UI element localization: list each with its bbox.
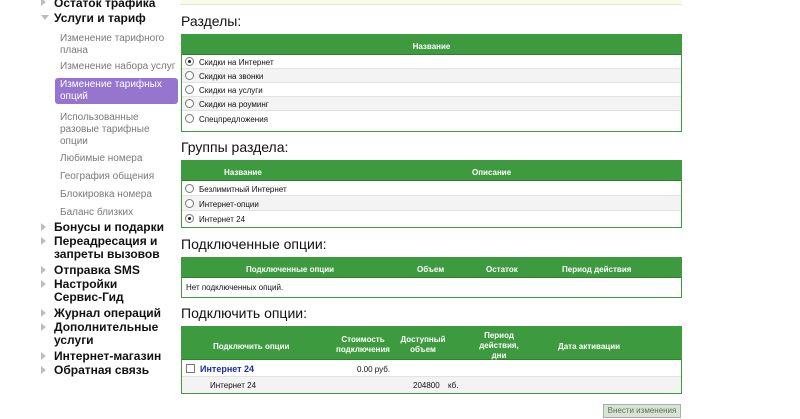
radio-button[interactable] <box>185 57 194 66</box>
connect-title: Подключить опции: <box>181 305 307 321</box>
section-label: Скидки на роуминг <box>199 100 269 109</box>
expand-arrow-icon[interactable] <box>41 323 46 331</box>
sub-option-volume: 204800 <box>413 381 440 390</box>
groups-table: Название Описание Безлимитный Интернет И… <box>181 160 682 228</box>
sidebar-item-forwarding[interactable]: Переадресация и запреты вызовов <box>54 235 164 261</box>
sidebar-item-journal[interactable]: Журнал операций <box>54 307 161 320</box>
section-label: Скидки на услуги <box>199 86 263 95</box>
column-header-connect: Подключить опции <box>213 342 290 351</box>
option-name-link[interactable]: Интернет 24 <box>200 364 254 374</box>
option-checkbox[interactable] <box>186 364 195 373</box>
column-header-volume: Объем <box>417 265 445 274</box>
radio-button[interactable] <box>185 71 194 80</box>
expand-arrow-icon[interactable] <box>41 266 46 274</box>
list-item[interactable]: Скидки на роуминг <box>182 97 681 111</box>
expand-arrow-icon[interactable] <box>41 0 46 6</box>
sidebar-item-tariff[interactable]: Услуги и тариф <box>54 12 146 25</box>
notice-bar <box>180 0 682 5</box>
radio-button[interactable] <box>185 184 194 193</box>
sidebar-item-shop[interactable]: Интернет-магазин <box>54 350 161 363</box>
column-header-name: Название <box>412 42 451 51</box>
column-header-activation: Дата активации <box>558 342 621 351</box>
sidebar-item-feedback[interactable]: Обратная связь <box>54 364 149 377</box>
sub-option-unit: кб. <box>448 381 459 390</box>
radio-button[interactable] <box>185 85 194 94</box>
expand-arrow-icon[interactable] <box>41 366 46 374</box>
expand-arrow-icon[interactable] <box>41 223 46 231</box>
connect-options-table: Подключить опции Стоимость подключения Д… <box>181 326 682 394</box>
sidebar-subitem-used-options[interactable]: Использованные разовые тарифные опции <box>60 112 178 148</box>
group-label: Интернет-опции <box>199 200 259 209</box>
option-price: 0.00 руб. <box>357 365 391 374</box>
apply-changes-button[interactable]: Внести изменения <box>603 404 681 418</box>
sidebar-subitem-favorite-numbers[interactable]: Любимые номера <box>60 153 178 165</box>
section-label: Спецпредложения <box>199 115 268 124</box>
column-header-price: Стоимость подключения <box>336 335 390 354</box>
column-header-period-days: Период действия, дни <box>479 331 519 360</box>
empty-message: Нет подключенных опций. <box>186 283 284 292</box>
radio-button[interactable] <box>185 99 194 108</box>
sidebar-subitem-block-number[interactable]: Блокировка номера <box>60 189 178 201</box>
sidebar-item-sms[interactable]: Отправка SMS <box>54 264 140 277</box>
radio-button[interactable] <box>185 114 194 123</box>
groups-title: Группы раздела: <box>181 139 289 155</box>
sidebar-subitem-label: Изменение тарифных опций <box>60 79 162 102</box>
sections-table: Название Скидки на Интернет Скидки на зв… <box>181 34 682 132</box>
group-label: Безлимитный Интернет <box>199 185 287 194</box>
sidebar-subitem-geography[interactable]: География общения <box>60 171 178 183</box>
connected-options-table: Подключенные опции Объем Остаток Период … <box>181 257 682 298</box>
sub-option-name: Интернет 24 <box>210 381 257 390</box>
radio-button[interactable] <box>185 199 194 208</box>
column-header-connected: Подключенные опции <box>246 265 335 274</box>
section-label: Скидки на звонки <box>199 72 264 81</box>
sidebar-item-bonuses[interactable]: Бонусы и подарки <box>54 221 164 234</box>
column-header-remaining: Остаток <box>486 265 518 274</box>
list-item[interactable]: Скидки на Интернет <box>182 55 681 69</box>
sidebar-subitem-relatives-balance[interactable]: Баланс близких <box>60 207 178 219</box>
section-label: Скидки на Интернет <box>199 58 274 67</box>
list-item[interactable]: Безлимитный Интернет <box>182 181 681 196</box>
column-header-name: Название <box>224 168 262 177</box>
list-item[interactable]: Скидки на звонки <box>182 69 681 83</box>
sidebar-item-traffic[interactable]: Остаток трафика <box>54 0 155 10</box>
list-item[interactable]: Интернет-опции <box>182 196 681 211</box>
expand-arrow-icon[interactable] <box>41 237 46 245</box>
table-row: Нет подключенных опций. <box>182 278 681 297</box>
sidebar-subitem-change-options[interactable]: Изменение тарифных опций <box>55 78 178 104</box>
column-header-available: Доступный объем <box>400 335 446 354</box>
list-item[interactable]: Спецпредложения <box>182 111 681 126</box>
radio-button[interactable] <box>185 214 194 223</box>
expand-arrow-icon[interactable] <box>41 352 46 360</box>
list-item[interactable]: Интернет 24 <box>182 211 681 227</box>
expand-arrow-icon[interactable] <box>41 280 46 288</box>
column-header-description: Описание <box>472 168 512 177</box>
expand-arrow-icon[interactable] <box>41 309 46 317</box>
sidebar-subitem-change-plan[interactable]: Изменение тарифного плана <box>60 33 178 57</box>
sidebar-item-service-guide[interactable]: Настройки Сервис-Гид <box>54 278 159 304</box>
sidebar-nav: Остаток трафика Услуги и тариф Изменение… <box>0 0 180 419</box>
connected-title: Подключенные опции: <box>181 236 327 252</box>
group-label: Интернет 24 <box>199 215 246 224</box>
collapse-arrow-icon[interactable] <box>41 15 49 20</box>
list-item[interactable]: Скидки на услуги <box>182 83 681 97</box>
sidebar-item-extra-services[interactable]: Дополнительные услуги <box>54 321 164 347</box>
table-row[interactable]: Интернет 24 0.00 руб. <box>182 360 681 377</box>
sections-title: Разделы: <box>181 13 242 29</box>
column-header-period: Период действия <box>562 265 632 274</box>
table-row: Интернет 24 204800 кб. <box>182 377 681 393</box>
sidebar-subitem-change-services[interactable]: Изменение набора услуг <box>60 61 178 73</box>
